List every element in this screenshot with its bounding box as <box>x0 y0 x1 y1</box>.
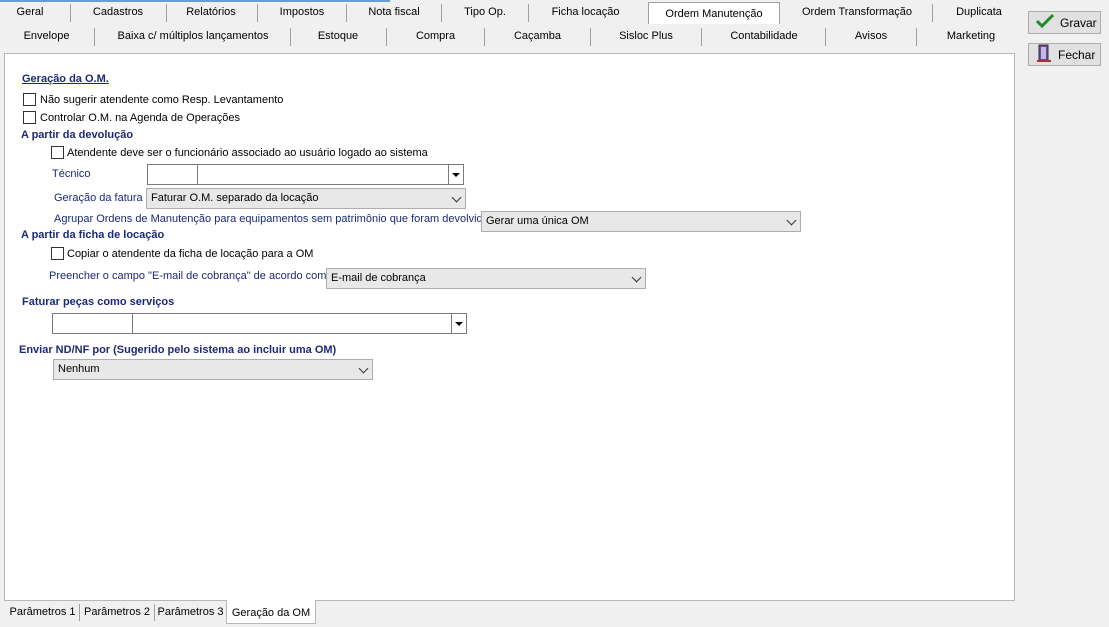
section-title-geracao-om: Geração da O.M. <box>22 73 109 85</box>
tab-estoque[interactable]: Estoque <box>291 25 385 48</box>
checkbox-controlar-om-agenda[interactable] <box>23 111 36 124</box>
pecas-name-input[interactable] <box>132 313 452 334</box>
tecnico-code-input[interactable] <box>147 164 198 185</box>
tab-avisos[interactable]: Avisos <box>826 25 916 48</box>
pecas-dropdown-button[interactable] <box>451 313 467 334</box>
door-exit-icon <box>1036 44 1052 65</box>
section-title-ficha-locacao: A partir da ficha de locação <box>21 229 165 241</box>
geracao-fatura-select[interactable]: Faturar O.M. separado da locação <box>146 188 466 209</box>
chevron-down-icon <box>452 172 460 177</box>
tab-contabilidade[interactable]: Contabilidade <box>702 25 826 48</box>
label-agrupar-om: Agrupar Ordens de Manutenção para equipa… <box>54 213 495 225</box>
bottom-tab-parametros-1[interactable]: Parâmetros 1 <box>6 603 79 623</box>
checkbox-copiar-atendente[interactable] <box>51 247 64 260</box>
chevron-down-icon <box>631 272 642 283</box>
agrupar-om-select[interactable]: Gerar uma única OM <box>481 211 801 232</box>
tab-duplicata[interactable]: Duplicata <box>933 1 1025 24</box>
section-title-enviar-nd-nf: Enviar ND/NF por (Sugerido pelo sistema … <box>19 344 337 356</box>
tab-compra[interactable]: Compra <box>387 25 484 48</box>
tab-relatorios[interactable]: Relatórios <box>166 1 256 24</box>
pecas-code-input[interactable] <box>52 313 133 334</box>
tab-sisloc-plus[interactable]: Sisloc Plus <box>591 25 701 48</box>
chevron-down-icon <box>358 363 369 374</box>
tab-ficha-locacao[interactable]: Ficha locação <box>529 1 642 24</box>
bottom-tab-parametros-2[interactable]: Parâmetros 2 <box>80 603 154 623</box>
label-controlar-om-agenda[interactable]: Controlar O.M. na Agenda de Operações <box>40 112 240 124</box>
close-button-label: Fechar <box>1058 47 1096 62</box>
chevron-down-icon <box>786 215 797 226</box>
tabs-row-1: Geral Cadastros Relatórios Impostos Nota… <box>0 1 1015 24</box>
chevron-down-icon <box>455 321 463 326</box>
geracao-fatura-value: Faturar O.M. separado da locação <box>151 192 319 204</box>
tab-ordem-transformacao[interactable]: Ordem Transformação <box>782 1 932 24</box>
tab-ordem-manutencao[interactable]: Ordem Manutenção <box>648 2 780 24</box>
tab-cacamba[interactable]: Caçamba <box>485 25 590 48</box>
enviar-nd-nf-select[interactable]: Nenhum <box>53 359 373 380</box>
label-nao-sugerir-atendente[interactable]: Não sugerir atendente como Resp. Levanta… <box>40 94 283 106</box>
label-tecnico: Técnico <box>52 168 91 180</box>
save-button[interactable]: Gravar <box>1028 11 1101 34</box>
enviar-nd-nf-value: Nenhum <box>58 363 100 375</box>
bottom-tab-parametros-3[interactable]: Parâmetros 3 <box>155 603 226 623</box>
tab-geral[interactable]: Geral <box>0 1 60 24</box>
email-cobranca-value: E-mail de cobrança <box>331 272 426 284</box>
tab-envelope[interactable]: Envelope <box>0 25 93 48</box>
tab-nota-fiscal[interactable]: Nota fiscal <box>347 1 441 24</box>
section-title-faturar-pecas: Faturar peças como serviços <box>22 296 175 308</box>
label-email-cobranca: Preencher o campo "E-mail de cobrança" d… <box>49 270 327 282</box>
bottom-tab-geracao-om[interactable]: Geração da OM <box>226 600 316 624</box>
checkbox-atendente-funcionario[interactable] <box>51 146 64 159</box>
tabs-row-2: Envelope Baixa c/ múltiplos lançamentos … <box>0 25 1015 48</box>
tab-impostos[interactable]: Impostos <box>258 1 346 24</box>
agrupar-om-value: Gerar uma única OM <box>486 215 589 227</box>
tab-separator <box>70 4 71 22</box>
section-title-devolucao: A partir da devolução <box>21 129 134 141</box>
label-copiar-atendente[interactable]: Copiar o atendente da ficha de locação p… <box>67 248 313 260</box>
checkbox-nao-sugerir-atendente[interactable] <box>23 93 36 106</box>
email-cobranca-select[interactable]: E-mail de cobrança <box>326 268 646 289</box>
tab-baixa-multiplos[interactable]: Baixa c/ múltiplos lançamentos <box>95 25 291 48</box>
label-geracao-fatura: Geração da fatura <box>54 192 143 204</box>
tecnico-dropdown-button[interactable] <box>448 164 464 185</box>
tab-marketing[interactable]: Marketing <box>917 25 1025 48</box>
save-button-label: Gravar <box>1060 15 1097 30</box>
close-button[interactable]: Fechar <box>1028 43 1101 66</box>
checkmark-icon <box>1035 13 1055 32</box>
tab-cadastros[interactable]: Cadastros <box>72 1 164 24</box>
label-atendente-funcionario[interactable]: Atendente deve ser o funcionário associa… <box>67 147 428 159</box>
chevron-down-icon <box>451 192 462 203</box>
tecnico-name-input[interactable] <box>197 164 449 185</box>
tab-tipo-op[interactable]: Tipo Op. <box>442 1 528 24</box>
